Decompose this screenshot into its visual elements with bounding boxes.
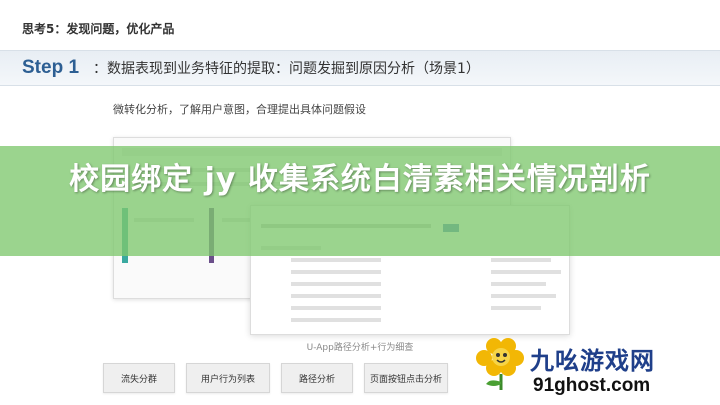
step-banner: Step 1 ：数据表现到业务特征的提取：问题发掘到原因分析（场景1） (0, 50, 720, 86)
mock-row (491, 258, 551, 262)
mock-row (491, 282, 546, 286)
mock-row (291, 258, 381, 262)
section-subtitle: 微转化分析，了解用户意图，合理提出具体问题假设 (113, 103, 366, 116)
flower-logo-icon (476, 338, 524, 390)
step-label: Step 1 (22, 57, 80, 78)
mock-row (291, 294, 381, 298)
mock-row (291, 282, 381, 286)
mock-row (291, 270, 381, 274)
overlay-title: 校园绑定 jy 收集系统白清素相关情况剖析 (69, 162, 651, 197)
path-analysis-button[interactable]: 路径分析 (281, 363, 353, 393)
watermark-site-url: 91ghost.com (533, 375, 651, 396)
user-behavior-list-button[interactable]: 用户行为列表 (186, 363, 270, 393)
mock-row (491, 270, 561, 274)
watermark-site-name: 九吆游戏网 (530, 347, 655, 375)
mock-row (491, 306, 541, 310)
mock-row (291, 306, 381, 310)
mock-row (291, 318, 381, 322)
step-description: ：数据表现到业务特征的提取：问题发掘到原因分析（场景1） (93, 61, 480, 77)
slide-title: 思考5：发现问题，优化产品 (22, 22, 175, 36)
churn-segment-button[interactable]: 流失分群 (103, 363, 175, 393)
mock-row (491, 294, 556, 298)
page-click-analysis-button[interactable]: 页面按钮点击分析 (364, 363, 448, 393)
analysis-button-row: 流失分群 用户行为列表 路径分析 页面按钮点击分析 (103, 363, 448, 393)
